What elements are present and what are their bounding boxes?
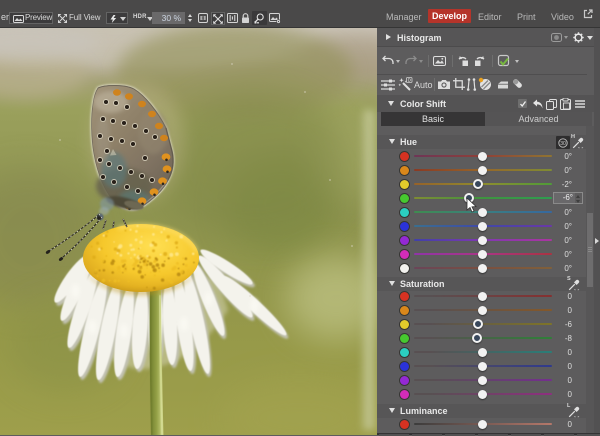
svg-text:30: 30 [560,141,566,147]
